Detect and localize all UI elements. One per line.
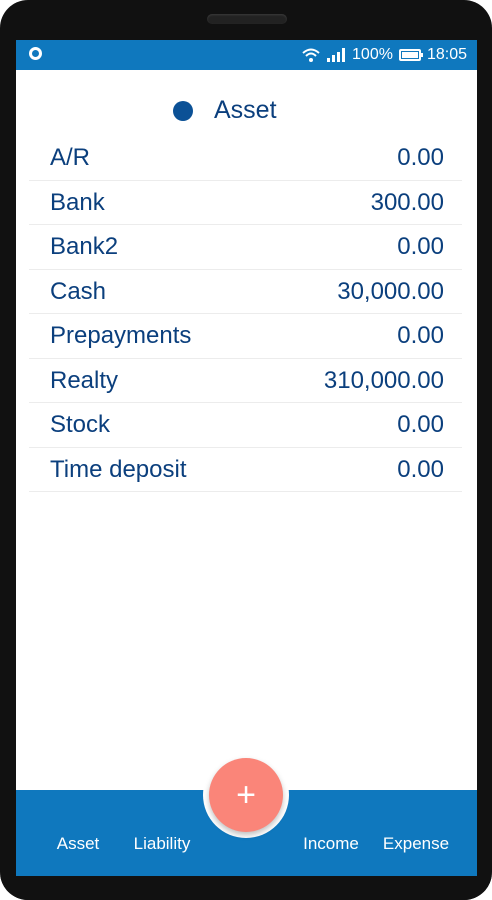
signal-icon [327, 48, 346, 62]
bottom-navigation: + Asset Liability Income Expense [16, 752, 477, 876]
notification-ring-icon [29, 47, 42, 60]
account-name: Bank [50, 188, 105, 216]
wifi-icon [302, 48, 320, 62]
account-balance: 0.00 [397, 233, 444, 260]
speaker-grille [207, 14, 287, 24]
status-indicators: 100% 18:05 [302, 45, 467, 65]
account-name: Time deposit [50, 455, 187, 483]
tab-liability[interactable]: Liability [122, 834, 202, 854]
section-header: Asset [16, 92, 477, 128]
account-row[interactable]: Bank 300.00 [29, 181, 462, 225]
tab-income[interactable]: Income [294, 834, 368, 854]
account-name: Stock [50, 411, 111, 438]
section-dot-icon [173, 101, 193, 121]
app-screen: 100% 18:05 Asset A/R 0.00 Bank 300.00 Bank2 0… [16, 40, 477, 876]
tab-asset[interactable]: Asset [44, 834, 112, 854]
battery-percent: 100% [352, 46, 393, 63]
account-name: A/R [50, 144, 91, 171]
account-name: Realty [50, 366, 119, 394]
section-title: Asset [214, 96, 277, 124]
account-row[interactable]: Bank2 0.00 [29, 225, 462, 270]
account-row[interactable]: Prepayments 0.00 [29, 314, 462, 359]
battery-icon [398, 49, 423, 61]
account-name: Cash [50, 277, 107, 305]
account-balance: 0.00 [397, 144, 444, 171]
status-bar: 100% 18:05 [16, 40, 477, 70]
account-balance: 0.00 [397, 322, 444, 349]
tab-expense[interactable]: Expense [374, 834, 458, 854]
account-balance: 310,000.00 [323, 366, 444, 394]
account-balance: 30,000.00 [337, 277, 444, 305]
account-row[interactable]: Cash 30,000.00 [29, 270, 462, 314]
account-name: Prepayments [50, 322, 192, 349]
account-list: A/R 0.00 Bank 300.00 Bank2 0.00 Cash 30,000.00 P… [29, 136, 462, 492]
status-time: 18:05 [426, 46, 467, 63]
account-balance: 0.00 [397, 455, 444, 483]
account-row[interactable]: A/R 0.00 [29, 136, 462, 181]
account-row[interactable]: Realty 310,000.00 [29, 359, 462, 403]
account-balance: 0.00 [397, 411, 444, 438]
account-row[interactable]: Time deposit 0.00 [29, 448, 462, 492]
add-button[interactable]: + [209, 758, 283, 832]
account-name: Bank2 [50, 233, 119, 260]
phone-bottom-bezel [0, 876, 492, 900]
phone-frame: 100% 18:05 Asset A/R 0.00 Bank 300.00 Bank2 0… [0, 0, 492, 900]
account-row[interactable]: Stock 0.00 [29, 403, 462, 448]
account-balance: 300.00 [370, 188, 444, 216]
